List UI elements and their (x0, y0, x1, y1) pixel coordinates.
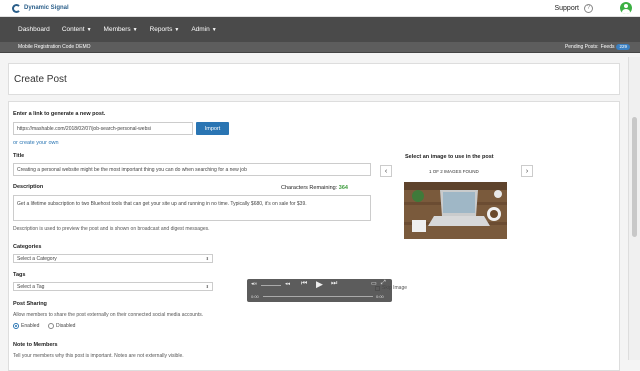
registration-code-text: Mobile Registration Code DEMO (18, 44, 91, 50)
link-input[interactable]: https://mashable.com/2018/02/07/job-sear… (13, 122, 193, 135)
image-prev-button[interactable]: ‹ (380, 165, 392, 177)
pending-posts[interactable]: Pending Posts: Feeds 229 (565, 44, 630, 50)
content-area: Create Post Enter a link to generate a n… (0, 57, 628, 371)
import-button[interactable]: Import (196, 122, 229, 135)
page-scrollbar[interactable] (628, 57, 640, 360)
characters-remaining-label: Characters Remaining: (281, 185, 338, 191)
note-label: Note to Members (13, 342, 58, 348)
note-help: Tell your members why this post is impor… (13, 353, 184, 359)
brand-logo-icon (12, 3, 21, 13)
brand[interactable]: Dynamic Signal (12, 3, 69, 13)
time-total: 0:00 (376, 294, 384, 299)
caption-icon[interactable]: ▭ (371, 280, 377, 287)
feeds-label: Feeds (600, 44, 615, 50)
sharing-enabled-option[interactable]: Enabled (13, 323, 39, 329)
volume-track[interactable] (261, 285, 281, 286)
tag-select-value: Select a Tag (17, 283, 45, 290)
nav-reports-label: Reports (149, 26, 173, 33)
post-image-preview[interactable] (404, 182, 507, 239)
characters-remaining-count: 364 (338, 185, 348, 191)
progress-track[interactable] (263, 296, 373, 297)
page-header: Create Post (8, 63, 620, 95)
description-help-text: Description is used to preview the post … (13, 226, 210, 232)
top-right-area: Support ? (554, 2, 632, 14)
top-bar: Dynamic Signal Support ? (0, 0, 640, 17)
select-arrows-icon: ⬍ (205, 256, 209, 261)
caret-down-icon: ▼ (211, 26, 217, 33)
user-avatar-icon[interactable] (620, 2, 632, 14)
nav-members[interactable]: Members ▼ (104, 26, 138, 33)
nav-admin-label: Admin (191, 26, 210, 33)
categories-label: Categories (13, 244, 42, 250)
category-select[interactable]: Select a Category ⬍ (13, 254, 213, 263)
nav-content[interactable]: Content ▼ (62, 26, 92, 33)
select-arrows-icon: ⬍ (205, 284, 209, 289)
post-sharing-label: Post Sharing (13, 301, 47, 307)
radio-selected-icon[interactable] (13, 323, 19, 329)
fullscreen-icon[interactable]: ⤢ (381, 280, 386, 287)
nav-admin[interactable]: Admin ▼ (191, 26, 216, 33)
chevron-right-icon: › (525, 167, 529, 175)
sharing-disabled-option[interactable]: Disabled (48, 323, 75, 329)
nav-dashboard[interactable]: Dashboard (18, 26, 50, 33)
nav-dashboard-label: Dashboard (18, 26, 50, 33)
time-elapsed: 0:00 (251, 294, 259, 299)
tag-select[interactable]: Select a Tag ⬍ (13, 282, 213, 291)
tags-label: Tags (13, 272, 26, 278)
skip-back-icon[interactable]: ⏮ (301, 280, 307, 288)
support-icon[interactable]: ? (584, 3, 593, 13)
page-title: Create Post (14, 73, 67, 85)
nav-reports[interactable]: Reports ▼ (150, 26, 180, 33)
sub-bar: Mobile Registration Code DEMO Pending Po… (0, 42, 640, 53)
description-label: Description (13, 184, 44, 190)
create-post-form: Enter a link to generate a new post. htt… (8, 101, 620, 371)
sharing-enabled-label: Enabled (21, 323, 40, 329)
main-nav: Dashboard Content ▼ Members ▼ Reports ▼ Adm… (0, 17, 640, 42)
nav-members-label: Members (103, 26, 131, 33)
laptop-desk-image (404, 182, 507, 239)
media-player-overlay: ◂∞ ◂◂ ⏮ ▶ ⏭ ▭ ⤢ 0:00 0:00 (247, 279, 392, 302)
caret-down-icon: ▼ (86, 26, 92, 33)
rewind-icon[interactable]: ◂◂ (285, 281, 290, 287)
skip-forward-icon[interactable]: ⏭ (331, 280, 337, 288)
post-sharing-help: Allow members to share the post external… (13, 312, 204, 318)
caret-down-icon: ▼ (132, 26, 138, 33)
characters-remaining: Characters Remaining: 364 (281, 185, 348, 191)
description-textarea[interactable]: Get a lifetime subscription to two Blueh… (13, 195, 371, 221)
chevron-left-icon: ‹ (384, 167, 388, 175)
caret-down-icon: ▼ (174, 26, 180, 33)
volume-icon[interactable]: ◂∞ (251, 281, 257, 287)
image-picker-heading: Select an image to use in the post (405, 154, 494, 160)
title-input[interactable]: Creating a personal website might be the… (13, 163, 371, 176)
image-count-text: 1 OF 2 IMAGES FOUND (429, 169, 479, 174)
brand-name: Dynamic Signal (24, 5, 69, 11)
sharing-disabled-label: Disabled (56, 323, 76, 329)
link-label: Enter a link to generate a new post. (13, 111, 106, 117)
radio-unselected-icon[interactable] (48, 323, 54, 329)
play-icon[interactable]: ▶ (316, 279, 323, 290)
support-link[interactable]: Support (554, 5, 579, 12)
feeds-count-badge: 229 (616, 44, 630, 50)
create-own-link[interactable]: or create your own (13, 140, 59, 146)
nav-content-label: Content (61, 26, 85, 33)
title-label: Title (13, 153, 25, 159)
pending-label: Pending Posts: (564, 44, 599, 50)
category-select-value: Select a Category (17, 255, 57, 262)
scrollbar-thumb[interactable] (632, 117, 637, 237)
image-next-button[interactable]: › (521, 165, 533, 177)
